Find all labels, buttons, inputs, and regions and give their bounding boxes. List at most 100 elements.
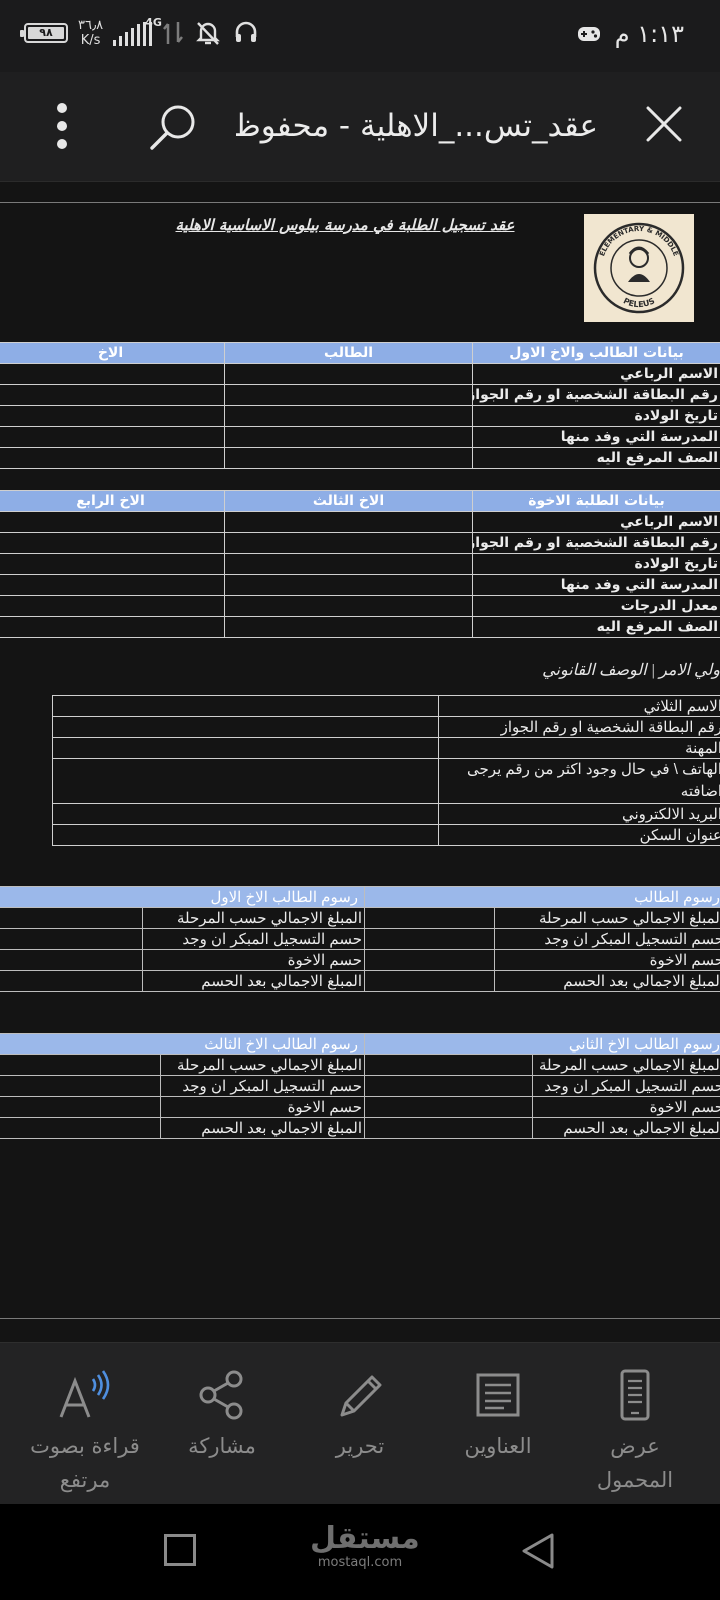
- document-title: عقد_تس..._الاهلية - محفوظ: [236, 108, 598, 144]
- clock: ١:١٣ م: [614, 20, 684, 48]
- input-cell[interactable]: [224, 595, 473, 617]
- headings-icon: [476, 1373, 520, 1417]
- headings-button[interactable]: العناوين: [433, 1367, 563, 1463]
- row-label: تاريخ الولادة: [472, 553, 720, 575]
- battery-icon: ٩٨: [20, 23, 68, 43]
- table-header: رسوم الطالب الاخ الثاني: [364, 1033, 720, 1055]
- input-cell[interactable]: [224, 447, 473, 469]
- row-label: حسم التسجيل المبكر ان وجد: [494, 928, 720, 950]
- table-row: معدل الدرجات: [0, 595, 720, 617]
- guardian-section-label: ولي الامر | الوصف القانوني: [542, 662, 720, 679]
- input-cell[interactable]: [364, 1096, 533, 1118]
- network-type: 4G: [145, 16, 162, 29]
- input-cell[interactable]: [0, 574, 225, 596]
- table-row: المدرسة التي وفد منها: [0, 426, 720, 448]
- read-aloud-button[interactable]: قراءة بصوت مرتفع: [20, 1367, 150, 1497]
- input-cell[interactable]: [224, 405, 473, 427]
- back-icon[interactable]: [520, 1532, 556, 1570]
- input-cell[interactable]: [224, 363, 473, 385]
- input-cell[interactable]: [0, 532, 225, 554]
- input-cell[interactable]: [364, 1075, 533, 1097]
- edit-label: تحرير: [335, 1434, 385, 1458]
- input-cell[interactable]: [52, 716, 439, 738]
- input-cell[interactable]: [0, 363, 225, 385]
- fees-table-2: رسوم الطالب الاخ الثاني رسوم الطالب الاخ…: [0, 1033, 720, 1139]
- input-cell[interactable]: [364, 1117, 533, 1139]
- data-transfer-icon: [163, 22, 184, 44]
- mobile-view-button[interactable]: عرض المحمول: [570, 1367, 700, 1497]
- input-cell[interactable]: [0, 595, 225, 617]
- gamepad-icon: [577, 27, 600, 41]
- close-icon[interactable]: [644, 104, 684, 144]
- edit-button[interactable]: تحرير: [295, 1367, 425, 1463]
- input-cell[interactable]: [0, 405, 225, 427]
- row-label: رقم البطاقة الشخصية او رقم الجواز: [472, 384, 720, 406]
- recents-button[interactable]: [164, 1534, 196, 1566]
- system-nav-bar: مستقل mostaql.com: [0, 1504, 720, 1600]
- row-label: المبلغ الاجمالي بعد الحسم: [494, 970, 720, 992]
- input-cell[interactable]: [0, 426, 225, 448]
- siblings-info-table: بيانات الطلبة الاخوة الاخ الثالث الاخ ال…: [0, 490, 720, 638]
- table-header-row: رسوم الطالب رسوم الطالب الاخ الاول: [0, 886, 720, 908]
- input-cell[interactable]: [0, 553, 225, 575]
- table-row: حسم التسجيل المبكر ان وجد حسم التسجيل الم…: [0, 1075, 720, 1097]
- input-cell[interactable]: [0, 970, 144, 992]
- input-cell[interactable]: [224, 616, 473, 638]
- input-cell[interactable]: [224, 532, 473, 554]
- input-cell[interactable]: [224, 574, 473, 596]
- input-cell[interactable]: [224, 511, 473, 533]
- input-cell[interactable]: [0, 616, 225, 638]
- row-label: المبلغ الاجمالي بعد الحسم: [532, 1117, 720, 1139]
- table-row: رقم البطاقة الشخصية او رقم الجواز: [52, 716, 720, 738]
- input-cell[interactable]: [52, 824, 439, 846]
- input-cell[interactable]: [224, 384, 473, 406]
- input-cell[interactable]: [0, 1117, 161, 1139]
- mobile-view-icon: [620, 1369, 650, 1421]
- input-cell[interactable]: [364, 970, 496, 992]
- input-cell[interactable]: [0, 1054, 161, 1076]
- row-label: معدل الدرجات: [472, 595, 720, 617]
- input-cell[interactable]: [0, 949, 144, 971]
- input-cell[interactable]: [0, 907, 144, 929]
- row-label: حسم الاخوة: [160, 1096, 365, 1118]
- row-label: المبلغ الاجمالي بعد الحسم: [142, 970, 366, 992]
- input-cell[interactable]: [0, 1096, 161, 1118]
- input-cell[interactable]: [52, 737, 439, 759]
- row-label: المبلغ الاجمالي حسب المرحلة: [142, 907, 366, 929]
- input-cell[interactable]: [364, 928, 496, 950]
- input-cell[interactable]: [0, 928, 144, 950]
- row-label: الاسم الرباعي: [472, 511, 720, 533]
- table-header: رسوم الطالب الاخ الاول: [0, 886, 366, 908]
- input-cell[interactable]: [52, 695, 439, 717]
- input-cell[interactable]: [0, 447, 225, 469]
- input-cell[interactable]: [0, 511, 225, 533]
- input-cell[interactable]: [224, 426, 473, 448]
- input-cell[interactable]: [52, 803, 439, 825]
- more-options-icon[interactable]: [44, 100, 80, 152]
- input-cell[interactable]: [224, 553, 473, 575]
- input-cell[interactable]: [0, 384, 225, 406]
- school-logo: ELEMENTARY & MIDDLE PELEUS: [584, 214, 694, 322]
- table-row: البريد الالكتروني: [52, 803, 720, 825]
- row-label: رقم البطاقة الشخصية او رقم الجواز: [438, 716, 720, 738]
- table-header: رسوم الطالب الاخ الثالث: [0, 1033, 365, 1055]
- input-cell[interactable]: [52, 758, 439, 804]
- speed-value: ٣٦٫٨: [78, 18, 104, 33]
- input-cell[interactable]: [0, 1075, 161, 1097]
- input-cell[interactable]: [364, 1054, 533, 1076]
- row-label: حسم الاخوة: [532, 1096, 720, 1118]
- table-header: الاخ الثالث: [224, 490, 473, 512]
- table-header: الطالب: [224, 342, 473, 364]
- headings-label: العناوين: [464, 1434, 532, 1458]
- share-icon: [199, 1370, 243, 1420]
- document-view[interactable]: ELEMENTARY & MIDDLE PELEUS عقد تسجيل الط…: [0, 182, 720, 1342]
- input-cell[interactable]: [364, 949, 496, 971]
- row-label: المبلغ الاجمالي بعد الحسم: [160, 1117, 365, 1139]
- search-icon[interactable]: [148, 102, 200, 154]
- table-row: الصف المرفع اليه: [0, 447, 720, 469]
- share-button[interactable]: مشاركة: [157, 1367, 287, 1463]
- row-label: حسم التسجيل المبكر ان وجد: [532, 1075, 720, 1097]
- table-header-row: رسوم الطالب الاخ الثاني رسوم الطالب الاخ…: [0, 1033, 720, 1055]
- read-aloud-icon: [59, 1370, 110, 1418]
- input-cell[interactable]: [364, 907, 496, 929]
